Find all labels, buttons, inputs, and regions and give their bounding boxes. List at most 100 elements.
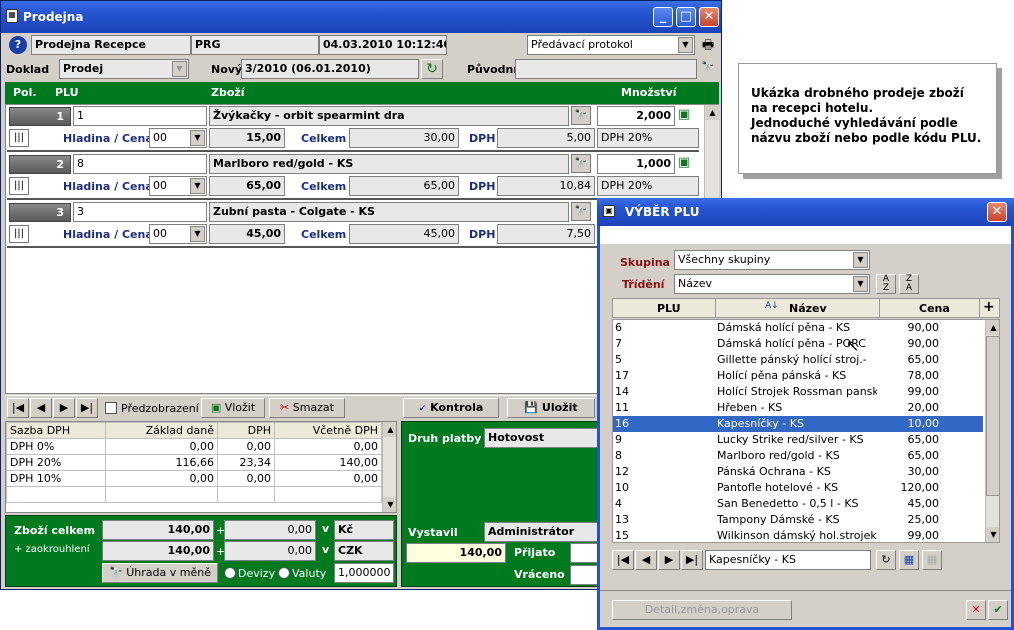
protocol-select[interactable]: Předávací protokol ▼	[527, 35, 695, 55]
plu-col-nazev[interactable]: Název	[789, 302, 827, 315]
printer-icon[interactable]: 🖶	[698, 36, 718, 54]
plu-row[interactable]: 7 Dámská holící pěna - PORC 90,00	[613, 336, 983, 352]
plu-col-divider	[979, 299, 980, 317]
chevron-down-icon[interactable]: ▼	[190, 130, 205, 146]
celkem-label: Celkem	[301, 132, 347, 145]
plu-refresh-button[interactable]: ↻	[876, 550, 896, 570]
druh-platby-value[interactable]: Hotovost	[484, 428, 600, 448]
plu-col-cena[interactable]: Cena	[919, 302, 950, 315]
scroll-up-icon[interactable]: ▲	[705, 105, 720, 120]
item-level-select[interactable]: 00 ▼	[149, 176, 207, 196]
plu-row[interactable]: 12 Pánská Ochrana - KS 30,00	[613, 464, 983, 480]
first-record-button[interactable]: |◀	[7, 398, 29, 418]
item-plu-input[interactable]: 1	[73, 106, 207, 126]
item-plu-input[interactable]: 8	[73, 154, 207, 174]
plu-row[interactable]: 10 Pantofle hotelové - KS 120,00	[613, 480, 983, 496]
item-level-select[interactable]: 00 ▼	[149, 224, 207, 244]
doklad-select[interactable]: Prodej ▼	[59, 59, 189, 79]
item-qty[interactable]: 2,000	[597, 106, 675, 126]
plu-row[interactable]: 14 Holící Strojek Rossman panský 99,00	[613, 384, 983, 400]
valuty-radio[interactable]	[278, 567, 290, 579]
plu-col-plu[interactable]: PLU	[657, 302, 681, 315]
barcode-icon[interactable]: |||	[9, 129, 29, 147]
plu-scrollbar[interactable]: ▲ ▼	[985, 320, 999, 542]
chevron-down-icon[interactable]: ▼	[853, 252, 868, 268]
vat-scrollbar[interactable]: ▲ ▼	[382, 422, 396, 512]
scroll-down-icon[interactable]: ▼	[383, 497, 396, 512]
trideni-select[interactable]: Název ▼	[674, 274, 870, 294]
plu-row[interactable]: 15 Wilkinson dámský hol.strojek - 99,00	[613, 528, 983, 542]
prev-record-button[interactable]: ◀	[30, 398, 52, 418]
sort-desc-button[interactable]: ZA	[899, 274, 919, 294]
vat-header-cell[interactable]: DPH	[216, 422, 275, 439]
plu-titlebar[interactable]: ▣ VÝBĚR PLU ✕	[597, 198, 1014, 226]
plu-name: Holící pěna pánská - KS	[717, 369, 847, 382]
binoculars-icon[interactable]: 🔭	[698, 59, 718, 78]
uhrada-button[interactable]: 🔭 Úhrada v měně	[102, 563, 218, 583]
cancel-button[interactable]: ✕	[966, 600, 986, 620]
vat-header-cell[interactable]: Sazba DPH	[6, 422, 107, 439]
vat-header-cell[interactable]: Základ daně	[105, 422, 218, 439]
qty-edit-icon[interactable]: ▣	[678, 107, 696, 125]
grid-view-button[interactable]: ▦	[899, 550, 919, 570]
plu-row[interactable]: 17 Holící pěna pánská - KS 78,00	[613, 368, 983, 384]
vlozit-button[interactable]: ▣ Vložit	[201, 398, 265, 418]
chevron-down-icon[interactable]: ▼	[853, 276, 868, 292]
grid-alt-button[interactable]: ▦	[922, 550, 942, 570]
add-column-icon[interactable]: +	[983, 299, 995, 315]
plu-row[interactable]: 16 Kapesníčky - KS 10,00	[613, 416, 983, 432]
plu-price: 45,00	[907, 497, 940, 510]
scroll-up-icon[interactable]: ▲	[986, 320, 999, 335]
puvodni-field[interactable]	[515, 59, 697, 79]
minimize-button[interactable]: _	[653, 7, 673, 27]
main-titlebar[interactable]: ▦ Prodejna _ □ ✕	[1, 1, 721, 33]
detail-button[interactable]: Detail,změna,oprava	[612, 600, 792, 620]
chevron-down-icon[interactable]: ▼	[678, 37, 693, 53]
barcode-icon[interactable]: |||	[9, 225, 29, 243]
barcode-icon[interactable]: |||	[9, 177, 29, 195]
sort-asc-button[interactable]: AZ	[876, 274, 896, 294]
scroll-thumb[interactable]	[986, 336, 999, 496]
plu-close-button[interactable]: ✕	[987, 202, 1007, 222]
plu-next-button[interactable]: ▶	[658, 550, 680, 570]
ok-button[interactable]: ✔	[988, 600, 1008, 620]
chevron-down-icon[interactable]: ▼	[172, 61, 187, 77]
binoculars-icon[interactable]: 🔭	[571, 202, 591, 221]
plu-prev-button[interactable]: ◀	[635, 550, 657, 570]
refresh-button[interactable]: ↻	[421, 59, 443, 79]
plu-search-input[interactable]: Kapesníčky - KS	[705, 550, 871, 570]
plu-last-button[interactable]: ▶|	[681, 550, 703, 570]
chevron-down-icon[interactable]: ▼	[190, 226, 205, 242]
prijato-field[interactable]	[570, 543, 600, 563]
binoculars-icon[interactable]: 🔭	[571, 154, 591, 173]
plu-row[interactable]: 4 San Benedetto - 0,5 l - KS 45,00	[613, 496, 983, 512]
last-record-button[interactable]: ▶|	[76, 398, 98, 418]
plu-row[interactable]: 9 Lucky Strike red/silver - KS 65,00	[613, 432, 983, 448]
help-icon[interactable]: ?	[9, 36, 27, 54]
item-plu-input[interactable]: 3	[73, 202, 207, 222]
plu-row[interactable]: 13 Tampony Dámské - KS 25,00	[613, 512, 983, 528]
next-record-button[interactable]: ▶	[53, 398, 75, 418]
scroll-up-icon[interactable]: ▲	[383, 422, 396, 437]
vat-header-cell[interactable]: Včetně DPH	[273, 422, 383, 439]
close-button[interactable]: ✕	[699, 7, 719, 27]
plu-row[interactable]: 6 Dámská holící pěna - KS 90,00	[613, 320, 983, 336]
maximize-button[interactable]: □	[676, 7, 696, 27]
item-qty[interactable]: 1,000	[597, 154, 675, 174]
devizy-radio[interactable]	[224, 567, 236, 579]
qty-edit-icon[interactable]: ▣	[678, 155, 696, 173]
plu-row[interactable]: 8 Marlboro red/gold - KS 65,00	[613, 448, 983, 464]
exchange-rate[interactable]: 1,000000	[334, 563, 394, 583]
plu-first-button[interactable]: |◀	[612, 550, 634, 570]
chevron-down-icon[interactable]: ▼	[190, 178, 205, 194]
scroll-down-icon[interactable]: ▼	[986, 527, 999, 542]
ulozit-button[interactable]: 💾 Uložit	[507, 398, 595, 418]
plu-row[interactable]: 11 Hřeben - KS 20,00	[613, 400, 983, 416]
smazat-button[interactable]: ✂ Smazat	[269, 398, 345, 418]
item-level-select[interactable]: 00 ▼	[149, 128, 207, 148]
kontrola-button[interactable]: ✔ Kontrola	[403, 398, 499, 418]
plu-row[interactable]: 5 Gillette pánský holící stroj.- 65,00	[613, 352, 983, 368]
skupina-select[interactable]: Všechny skupiny ▼	[674, 250, 870, 270]
predzobrazeni-checkbox[interactable]	[105, 402, 117, 414]
binoculars-icon[interactable]: 🔭	[571, 106, 591, 125]
